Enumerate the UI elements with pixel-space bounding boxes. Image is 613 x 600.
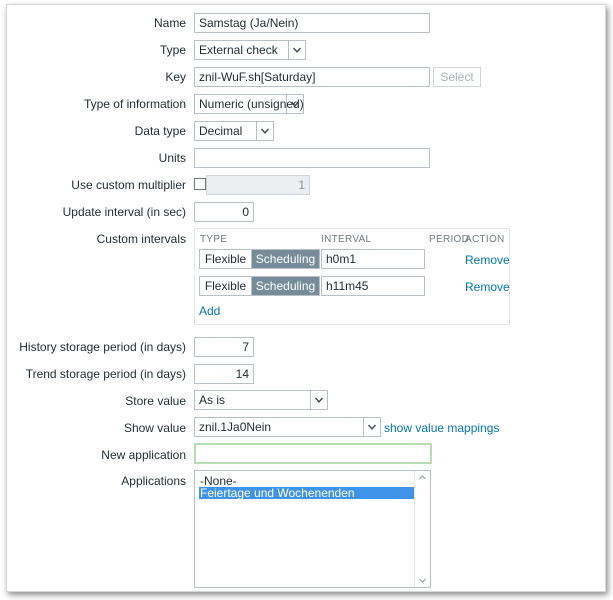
custom-multiplier-input: 1 — [206, 175, 310, 195]
ci-header-action: ACTION — [465, 234, 505, 245]
type-of-information-select[interactable]: Numeric (unsigned) — [194, 94, 304, 114]
scheduling-option[interactable]: Scheduling — [252, 277, 319, 295]
new-application-label: New application — [101, 448, 186, 462]
ci-header-interval: INTERVAL — [321, 234, 372, 245]
chevron-down-icon — [363, 418, 380, 436]
scheduling-option[interactable]: Scheduling — [252, 250, 319, 268]
history-storage-label: History storage period (in days) — [19, 340, 186, 354]
chevron-down-icon — [288, 41, 305, 59]
chevron-down-icon — [256, 122, 273, 140]
interval-type-toggle: Flexible Scheduling — [199, 249, 320, 269]
applications-scrollbar[interactable] — [414, 471, 430, 587]
type-select[interactable]: External check — [194, 40, 306, 60]
custom-intervals-label: Custom intervals — [96, 232, 186, 246]
data-type-value: Decimal — [199, 124, 243, 138]
update-interval-input[interactable]: 0 — [194, 202, 254, 222]
add-interval-link[interactable]: Add — [199, 304, 220, 318]
remove-link[interactable]: Remove — [465, 280, 510, 294]
key-select-button[interactable]: Select — [433, 67, 481, 87]
flexible-option[interactable]: Flexible — [200, 277, 252, 295]
type-select-value: External check — [199, 43, 278, 57]
custom-multiplier-checkbox[interactable] — [194, 178, 206, 190]
show-value-mappings-link[interactable]: show value mappings — [384, 421, 499, 435]
units-input[interactable] — [194, 148, 430, 168]
show-value-label: Show value — [123, 421, 186, 435]
new-application-input[interactable] — [194, 443, 432, 464]
name-label: Name — [153, 16, 186, 30]
store-value-label: Store value — [125, 394, 186, 408]
name-input[interactable]: Samstag (Ja/Nein) — [194, 13, 430, 33]
trend-storage-label: Trend storage period (in days) — [25, 367, 186, 381]
show-value-value: znil.1Ja0Nein — [199, 420, 272, 434]
ci-header-period: PERIOD — [429, 234, 470, 245]
show-value-select[interactable]: znil.1Ja0Nein — [194, 417, 381, 437]
chevron-down-icon — [286, 95, 303, 113]
applications-listbox[interactable]: -None- Feiertage und Wochenenden — [194, 470, 431, 588]
data-type-select[interactable]: Decimal — [194, 121, 274, 141]
history-storage-input[interactable]: 7 — [194, 337, 254, 357]
interval-input[interactable]: h0m1 — [321, 249, 425, 269]
data-type-label: Data type — [134, 124, 186, 138]
trend-storage-input[interactable]: 14 — [194, 364, 254, 384]
store-value-select[interactable]: As is — [194, 390, 328, 410]
flexible-option[interactable]: Flexible — [200, 250, 252, 268]
update-interval-label: Update interval (in sec) — [62, 205, 186, 219]
ci-header-type: TYPE — [200, 234, 228, 245]
application-option-selected[interactable]: Feiertage und Wochenenden — [199, 487, 414, 499]
custom-multiplier-label: Use custom multiplier — [71, 178, 186, 192]
remove-link[interactable]: Remove — [465, 253, 510, 267]
key-input[interactable]: znil-WuF.sh[Saturday] — [194, 67, 430, 87]
type-label: Type — [159, 43, 186, 57]
key-label: Key — [165, 70, 186, 84]
store-value-value: As is — [199, 393, 226, 407]
scroll-up-icon — [419, 475, 426, 480]
chevron-down-icon — [310, 391, 327, 409]
units-label: Units — [158, 151, 186, 165]
applications-label: Applications — [121, 474, 186, 488]
interval-input[interactable]: h11m45 — [321, 276, 425, 296]
type-of-information-label: Type of information — [83, 97, 186, 111]
interval-type-toggle: Flexible Scheduling — [199, 276, 320, 296]
scroll-down-icon — [419, 578, 426, 583]
